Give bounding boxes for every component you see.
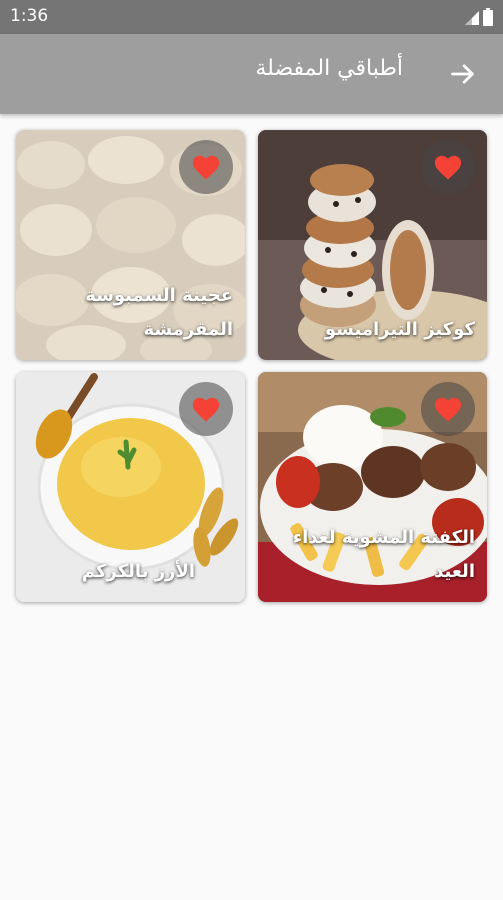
recipe-title: عجينة السمبوسة المقرمشة — [85, 285, 233, 340]
recipe-title: الكفتة المشوية لغداء العيد — [292, 527, 475, 582]
favorite-button[interactable] — [179, 140, 233, 194]
status-bar: 1:36 — [0, 0, 503, 34]
heart-icon — [192, 397, 220, 422]
recipe-card-samosa-dough[interactable]: عجينة السمبوسة المقرمشة — [16, 130, 245, 360]
arrow-right-icon[interactable] — [449, 60, 477, 88]
signal-icon — [465, 11, 479, 25]
page-title: أطباقي المفضلة — [255, 56, 403, 81]
favorite-button[interactable] — [179, 382, 233, 436]
favorite-button[interactable] — [421, 382, 475, 436]
recipe-card-turmeric-rice[interactable]: الأرز بالكركم — [16, 372, 245, 602]
status-time: 1:36 — [10, 6, 49, 26]
recipe-title: كوكيز التيراميسو — [324, 318, 475, 340]
favorite-button[interactable] — [421, 140, 475, 194]
status-icons — [464, 8, 493, 26]
recipe-card-grilled-kofta[interactable]: الكفتة المشوية لغداء العيد — [258, 372, 487, 602]
recipe-title: الأرز بالكركم — [81, 560, 195, 582]
heart-icon — [434, 155, 462, 180]
recipe-card-tiramisu-cookies[interactable]: كوكيز التيراميسو — [258, 130, 487, 360]
heart-icon — [434, 397, 462, 422]
battery-icon — [483, 8, 493, 26]
app-bar: أطباقي المفضلة — [0, 34, 503, 114]
heart-icon — [192, 155, 220, 180]
